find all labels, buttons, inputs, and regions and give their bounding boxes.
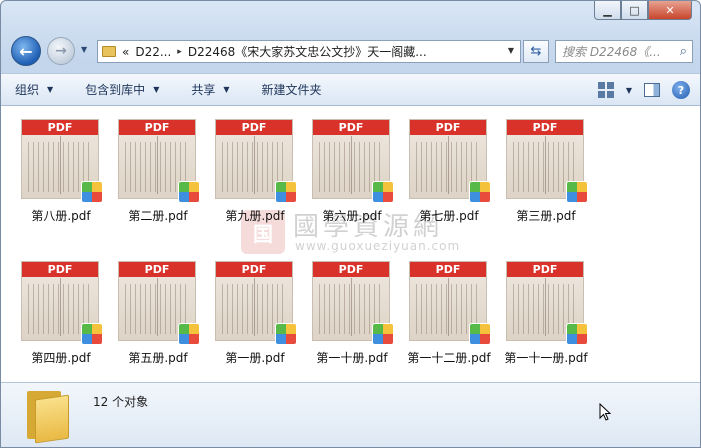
maximize-button[interactable]: □ [621,1,648,20]
close-button[interactable]: ✕ [648,1,692,20]
file-name[interactable]: 第一册.pdf [199,349,311,366]
back-button[interactable]: ← [11,36,41,66]
file-item[interactable]: PDF 第七册.pdf [399,109,499,229]
file-name[interactable]: 第一十一册.pdf [490,349,602,366]
file-item[interactable]: PDF 第一十一册.pdf [496,251,596,371]
file-name[interactable]: 第三册.pdf [490,207,602,224]
minimize-button[interactable]: ▁ [594,1,621,20]
file-item[interactable]: PDF 第六册.pdf [302,109,402,229]
pdf-app-icon [275,181,297,203]
refresh-button[interactable]: ⇆ [523,40,549,63]
chevron-down-icon: ▼ [47,85,54,94]
navigation-bar: ← → ▼ « D22... ▸ D22468《宋大家苏文忠公文抄》天一阁藏..… [1,33,700,67]
pdf-banner: PDF [216,262,292,277]
help-icon[interactable]: ? [672,81,690,99]
file-item[interactable]: PDF 第一册.pdf [205,251,305,371]
folder-icon [102,46,116,57]
include-in-library-menu[interactable]: 包含到库中 ▼ [85,81,159,98]
file-item[interactable]: PDF 第八册.pdf [11,109,111,229]
recent-pages-dropdown[interactable]: ▼ [81,45,87,54]
preview-pane-icon[interactable] [644,83,660,97]
command-bar: 组织 ▼ 包含到库中 ▼ 共享 ▼ 新建文件夹 ▼ ? [1,73,700,106]
file-name[interactable]: 第一十册.pdf [296,349,408,366]
pdf-banner: PDF [22,262,98,277]
pdf-banner: PDF [216,120,292,135]
pdf-app-icon [275,323,297,345]
new-folder-button[interactable]: 新建文件夹 [262,81,322,98]
pdf-banner: PDF [313,262,389,277]
details-pane: 12 个对象 [1,382,700,447]
pdf-app-icon [566,181,588,203]
explorer-window: ▁ □ ✕ ← → ▼ « D22... ▸ D22468《宋大家苏文忠公文抄》… [0,0,701,448]
breadcrumb-current[interactable]: D22468《宋大家苏文忠公文抄》天一阁藏... [188,43,427,60]
search-input[interactable]: 搜索 D22468《... ⌕ [555,40,693,63]
share-menu[interactable]: 共享 ▼ [191,81,229,98]
mouse-cursor-icon [599,403,611,421]
new-folder-label: 新建文件夹 [261,83,322,97]
folder-icon [27,391,71,444]
chevron-down-icon: ▼ [223,85,230,94]
file-name[interactable]: 第六册.pdf [296,207,408,224]
breadcrumb-overflow[interactable]: « [122,45,129,59]
include-in-library-label: 包含到库中 [85,83,146,97]
pdf-app-icon [81,323,103,345]
pdf-banner: PDF [119,262,195,277]
address-bar[interactable]: « D22... ▸ D22468《宋大家苏文忠公文抄》天一阁藏... ▼ [97,40,521,63]
file-item[interactable]: PDF 第四册.pdf [11,251,111,371]
breadcrumb-separator-icon[interactable]: ▸ [177,47,182,57]
refresh-icon: ⇆ [530,44,542,59]
pdf-banner: PDF [313,120,389,135]
view-controls: ▼ ? [597,81,690,99]
organize-menu[interactable]: 组织 ▼ [15,81,53,98]
item-count: 12 个对象 [93,395,149,409]
pdf-app-icon [178,181,200,203]
file-name[interactable]: 第九册.pdf [199,207,311,224]
back-arrow-icon: ← [19,41,33,61]
pdf-banner: PDF [22,120,98,135]
pdf-app-icon [469,323,491,345]
file-item[interactable]: PDF 第一十二册.pdf [399,251,499,371]
organize-label: 组织 [15,83,40,97]
pdf-banner: PDF [410,262,486,277]
file-item[interactable]: PDF 第二册.pdf [108,109,208,229]
pdf-app-icon [178,323,200,345]
chevron-down-icon: ▼ [153,85,160,94]
pdf-app-icon [566,323,588,345]
search-placeholder: 搜索 D22468《... [562,45,661,59]
pdf-banner: PDF [410,120,486,135]
forward-button[interactable]: → [47,37,75,65]
file-item[interactable]: PDF 第五册.pdf [108,251,208,371]
file-name[interactable]: 第四册.pdf [5,349,117,366]
breadcrumb-parent[interactable]: D22... [135,45,171,59]
pdf-app-icon [81,181,103,203]
pdf-banner: PDF [507,262,583,277]
change-view-icon[interactable] [597,82,614,98]
chevron-down-icon: ▼ [625,85,632,95]
file-item[interactable]: PDF 第九册.pdf [205,109,305,229]
pdf-banner: PDF [119,120,195,135]
file-list: 国 國學資源網 www.guoxueziyuan.com PDF 第八册.pdf P… [1,106,700,382]
file-item[interactable]: PDF 第一十册.pdf [302,251,402,371]
pdf-banner: PDF [507,120,583,135]
file-item[interactable]: PDF 第三册.pdf [496,109,596,229]
window-caption-buttons: ▁ □ ✕ [594,1,692,20]
search-icon[interactable]: ⌕ [680,44,687,59]
address-dropdown-icon[interactable]: ▼ [508,46,514,55]
file-name[interactable]: 第七册.pdf [393,207,505,224]
view-options-dropdown[interactable]: ▼ [626,86,632,95]
pdf-app-icon [469,181,491,203]
share-label: 共享 [191,83,216,97]
pdf-app-icon [372,323,394,345]
file-name[interactable]: 第二册.pdf [102,207,214,224]
file-name[interactable]: 第一十二册.pdf [393,349,505,366]
forward-arrow-icon: → [55,43,67,59]
file-name[interactable]: 第八册.pdf [5,207,117,224]
pdf-app-icon [372,181,394,203]
file-name[interactable]: 第五册.pdf [102,349,214,366]
